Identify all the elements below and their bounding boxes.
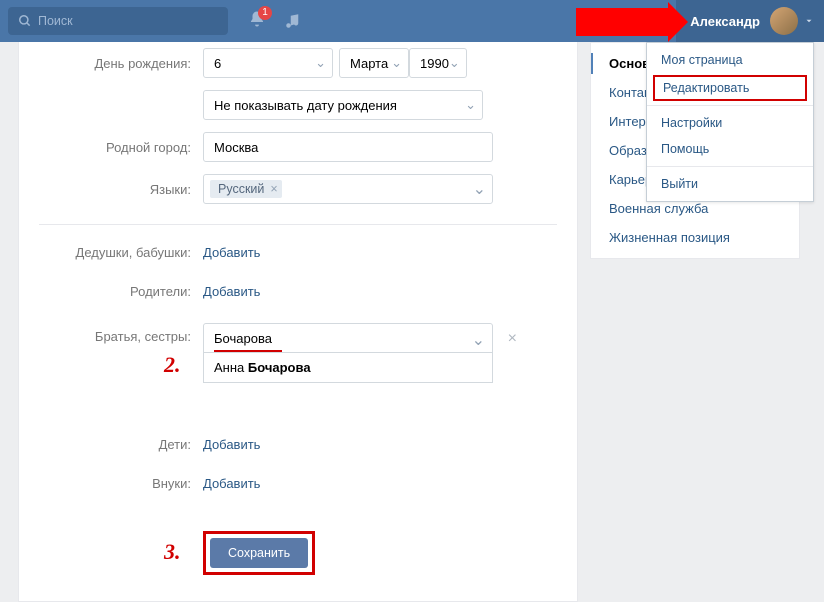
avatar	[770, 7, 798, 35]
user-menu-trigger[interactable]: Александр	[676, 0, 824, 42]
chevron-down-icon[interactable]: ⌄	[472, 330, 485, 350]
select-month-value: Марта	[350, 56, 388, 71]
siblings-dropdown: Анна Бочарова	[203, 353, 493, 383]
clear-icon[interactable]: ×	[508, 330, 517, 348]
label-parents: Родители:	[39, 284, 203, 299]
lang-chip: Русский ×	[210, 180, 282, 198]
edit-form: День рождения: 6⌄ Марта⌄ 1990⌄ Не показы…	[18, 42, 578, 602]
label-grandparents: Дедушки, бабушки:	[39, 245, 203, 260]
row-siblings: Братья, сестры: ⌄ × Анна Бочарова	[19, 317, 577, 389]
chevron-down-icon: ⌄	[449, 55, 460, 71]
option-bold: Бочарова	[248, 360, 311, 375]
sidebar-item-life-views[interactable]: Жизненная позиция	[591, 223, 799, 252]
search-input[interactable]	[38, 14, 218, 28]
select-day-value: 6	[214, 56, 221, 71]
menu-help[interactable]: Помощь	[647, 136, 813, 162]
select-bday-privacy[interactable]: Не показывать дату рождения ⌄	[203, 90, 483, 120]
menu-my-page[interactable]: Моя страница	[647, 47, 813, 73]
chevron-down-icon: ⌄	[473, 179, 486, 199]
label-languages: Языки:	[39, 182, 203, 197]
row-children: Дети: Добавить	[19, 431, 577, 458]
row-bday-privacy: Не показывать дату рождения ⌄	[19, 84, 577, 126]
notifications-button[interactable]: 1	[248, 10, 266, 33]
row-languages: Языки: Русский × ⌄	[19, 168, 577, 210]
label-birthday: День рождения:	[39, 56, 203, 71]
save-highlight: Сохранить	[203, 531, 315, 575]
label-grandchildren: Внуки:	[39, 476, 203, 491]
select-day[interactable]: 6⌄	[203, 48, 333, 78]
select-year[interactable]: 1990⌄	[409, 48, 467, 78]
menu-settings[interactable]: Настройки	[647, 110, 813, 136]
option-prefix: Анна	[214, 360, 248, 375]
divider	[39, 224, 557, 225]
select-month[interactable]: Марта⌄	[339, 48, 409, 78]
user-dropdown-menu: Моя страница Редактировать Настройки Пом…	[646, 42, 814, 202]
add-grandparents[interactable]: Добавить	[203, 245, 260, 260]
top-header: 1 Александр	[0, 0, 824, 42]
menu-edit[interactable]: Редактировать	[653, 75, 807, 101]
save-button[interactable]: Сохранить	[210, 538, 308, 568]
lang-chip-text: Русский	[218, 182, 264, 196]
menu-separator	[647, 166, 813, 167]
label-children: Дети:	[39, 437, 203, 452]
chevron-down-icon	[804, 16, 814, 26]
hometown-input[interactable]	[203, 132, 493, 162]
siblings-combobox: ⌄ × Анна Бочарова	[203, 323, 493, 383]
row-birthday: День рождения: 6⌄ Марта⌄ 1990⌄	[19, 42, 577, 84]
select-year-value: 1990	[420, 56, 449, 71]
select-bday-privacy-value: Не показывать дату рождения	[214, 98, 397, 113]
row-parents: Родители: Добавить	[19, 278, 577, 305]
row-grandparents: Дедушки, бабушки: Добавить	[19, 239, 577, 266]
row-grandchildren: Внуки: Добавить	[19, 470, 577, 497]
menu-logout[interactable]: Выйти	[647, 171, 813, 197]
chevron-down-icon: ⌄	[391, 55, 402, 71]
search-box[interactable]	[8, 7, 228, 35]
notif-badge: 1	[258, 6, 272, 20]
siblings-input[interactable]	[203, 323, 493, 353]
arrow-annotation	[576, 8, 670, 36]
annotation-3: 3.	[164, 539, 181, 565]
select-languages[interactable]: Русский × ⌄	[203, 174, 493, 204]
remove-chip-icon[interactable]: ×	[270, 182, 277, 196]
chevron-down-icon: ⌄	[315, 55, 326, 71]
siblings-option[interactable]: Анна Бочарова	[204, 353, 492, 382]
row-hometown: Родной город:	[19, 126, 577, 168]
music-icon[interactable]	[284, 12, 302, 30]
row-save: Сохранить	[19, 525, 577, 581]
username: Александр	[690, 14, 760, 29]
menu-separator	[647, 105, 813, 106]
chevron-down-icon: ⌄	[465, 97, 476, 113]
search-icon	[18, 14, 32, 28]
label-hometown: Родной город:	[39, 140, 203, 155]
add-children[interactable]: Добавить	[203, 437, 260, 452]
add-grandchildren[interactable]: Добавить	[203, 476, 260, 491]
add-parents[interactable]: Добавить	[203, 284, 260, 299]
label-siblings: Братья, сестры:	[39, 323, 203, 344]
annotation-2: 2.	[164, 352, 181, 378]
header-icons: 1	[248, 10, 302, 33]
